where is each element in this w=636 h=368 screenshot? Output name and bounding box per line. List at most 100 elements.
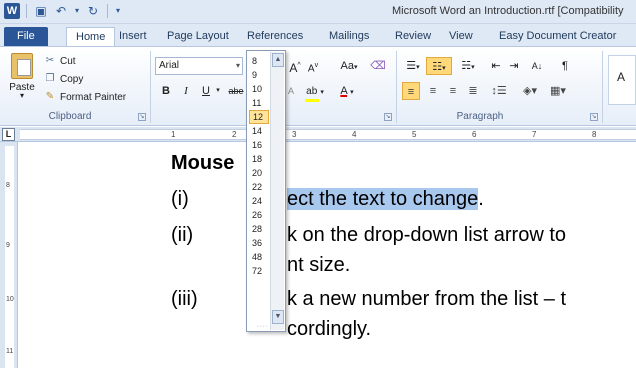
- tab-view[interactable]: View: [440, 27, 482, 46]
- vertical-ruler: 8 9 10 11: [0, 142, 18, 368]
- copy-label: Copy: [60, 73, 84, 85]
- font-size-option[interactable]: 11: [249, 96, 269, 110]
- list-item-text[interactable]: ect the text to change.: [287, 188, 484, 211]
- ribbon-tabs: File Home Insert Page Layout References …: [0, 24, 636, 46]
- highlight-button[interactable]: ab ▾: [304, 82, 326, 100]
- line-spacing-icon[interactable]: ↕☰: [488, 82, 510, 100]
- tab-file[interactable]: File: [4, 27, 48, 46]
- dropdown-scrollbar[interactable]: ▲ ▼: [270, 52, 284, 330]
- numbering-button[interactable]: ☷▾: [426, 57, 452, 75]
- font-size-option[interactable]: 26: [249, 208, 269, 222]
- font-launcher-icon[interactable]: ↘: [384, 113, 392, 121]
- vertical-ruler-number: 11: [6, 348, 14, 355]
- underline-dropdown-icon[interactable]: ▾: [214, 82, 222, 100]
- sort-button[interactable]: A↓: [528, 57, 546, 75]
- font-size-option[interactable]: 72: [249, 264, 269, 278]
- change-case-button[interactable]: Aa▾: [338, 57, 360, 75]
- text-effects-icon[interactable]: A: [286, 82, 296, 100]
- group-separator: [150, 51, 151, 123]
- font-color-button[interactable]: A ▾: [336, 82, 358, 100]
- font-size-option[interactable]: 10: [249, 82, 269, 96]
- borders-icon[interactable]: ▦▾: [546, 82, 570, 100]
- styles-gallery[interactable]: A: [608, 55, 636, 105]
- clipboard-launcher-icon[interactable]: ↘: [138, 113, 146, 121]
- tab-mailings[interactable]: Mailings: [320, 27, 378, 46]
- font-size-option[interactable]: 16: [249, 138, 269, 152]
- format-painter-button[interactable]: ✎ Format Painter: [44, 89, 126, 105]
- font-size-option[interactable]: 18: [249, 152, 269, 166]
- align-right-icon[interactable]: ≡: [444, 82, 462, 100]
- horizontal-ruler: L 1 2 3 4 5 6 7 8: [0, 127, 636, 142]
- clipboard-group-label: Clipboard: [48, 111, 92, 122]
- font-size-option[interactable]: 22: [249, 180, 269, 194]
- ruler-number: 6: [472, 130, 477, 139]
- font-size-option[interactable]: 9: [249, 68, 269, 82]
- tab-easy-document-creator[interactable]: Easy Document Creator: [490, 27, 625, 46]
- cut-label: Cut: [60, 55, 76, 67]
- group-separator: [602, 51, 603, 123]
- tab-references[interactable]: References: [238, 27, 312, 46]
- list-number: (iii): [171, 288, 198, 310]
- font-size-option[interactable]: 8: [249, 54, 269, 68]
- align-left-icon[interactable]: ≡: [402, 82, 420, 100]
- font-size-option[interactable]: 48: [249, 250, 269, 264]
- tab-page-layout[interactable]: Page Layout: [158, 27, 238, 46]
- paragraph-launcher-icon[interactable]: ↘: [590, 113, 598, 121]
- cut-button[interactable]: ✂ Cut: [44, 53, 76, 69]
- list-item-text[interactable]: k on the drop-down list arrow to: [287, 224, 566, 247]
- strikethrough-button[interactable]: abe: [228, 82, 244, 100]
- font-size-option[interactable]: 20: [249, 166, 269, 180]
- resize-grip-icon[interactable]: ∙∙∙∙: [257, 323, 269, 330]
- paste-button[interactable]: Paste ▾: [4, 53, 40, 105]
- shading-icon[interactable]: ◈▾: [518, 82, 542, 100]
- font-size-option[interactable]: 36: [249, 236, 269, 250]
- list-number: (i): [171, 188, 189, 210]
- undo-icon[interactable]: ↶: [53, 3, 69, 19]
- list-item-text[interactable]: k a new number from the list – t: [287, 288, 566, 311]
- ruler-strip[interactable]: 1 2 3 4 5 6 7 8: [20, 129, 636, 140]
- font-size-option[interactable]: 28: [249, 222, 269, 236]
- show-hide-pilcrow[interactable]: ¶: [558, 57, 572, 75]
- font-size-option-selected[interactable]: 12: [249, 110, 269, 124]
- tab-review[interactable]: Review: [386, 27, 440, 46]
- list-item-text[interactable]: cordingly.: [287, 318, 371, 341]
- word-app-icon[interactable]: W: [4, 3, 20, 19]
- font-size-option[interactable]: 24: [249, 194, 269, 208]
- document-area[interactable]: Mouse (i) ect the text to change. (ii) k…: [19, 142, 636, 368]
- align-center-icon[interactable]: ≡: [424, 82, 442, 100]
- font-name-box[interactable]: Arial ▾: [155, 57, 243, 75]
- grow-font-button[interactable]: A^: [288, 57, 302, 75]
- vertical-ruler-number: 10: [6, 296, 14, 303]
- tab-insert[interactable]: Insert: [110, 27, 156, 46]
- vertical-ruler-strip[interactable]: [5, 146, 14, 368]
- increase-indent-icon[interactable]: ⇥: [506, 57, 522, 75]
- customize-qat-icon[interactable]: ▾: [114, 3, 122, 19]
- scroll-down-icon[interactable]: ▼: [272, 310, 284, 324]
- save-icon[interactable]: ▣: [33, 3, 49, 19]
- qat-separator: [26, 4, 27, 18]
- font-name-value: Arial: [159, 60, 180, 71]
- bold-button[interactable]: B: [160, 82, 172, 100]
- tab-home[interactable]: Home: [66, 27, 116, 46]
- selected-text[interactable]: ect the text to change: [287, 188, 479, 210]
- multilevel-list-button[interactable]: ☵▾: [456, 57, 480, 75]
- scroll-up-icon[interactable]: ▲: [272, 53, 284, 67]
- chevron-down-icon[interactable]: ▾: [236, 58, 240, 74]
- ruler-number: 2: [232, 130, 237, 139]
- decrease-indent-icon[interactable]: ⇤: [488, 57, 504, 75]
- undo-dropdown-icon[interactable]: ▾: [73, 3, 81, 19]
- clear-formatting-icon[interactable]: ⌫: [370, 57, 386, 75]
- list-item-text[interactable]: nt size.: [287, 254, 350, 277]
- copy-button[interactable]: ❐ Copy: [44, 71, 84, 87]
- group-separator: [396, 51, 397, 123]
- shrink-font-button[interactable]: Av: [306, 57, 320, 75]
- ruler-number: 7: [532, 130, 537, 139]
- tab-selector-button[interactable]: L: [2, 128, 15, 141]
- underline-button[interactable]: U: [200, 82, 212, 100]
- justify-icon[interactable]: ≣: [464, 82, 482, 100]
- font-size-option[interactable]: 14: [249, 124, 269, 138]
- multilevel-list-icon: ☵: [461, 60, 472, 72]
- bullets-button[interactable]: ☰▾: [402, 57, 424, 75]
- redo-icon[interactable]: ↻: [85, 3, 101, 19]
- italic-button[interactable]: I: [180, 82, 192, 100]
